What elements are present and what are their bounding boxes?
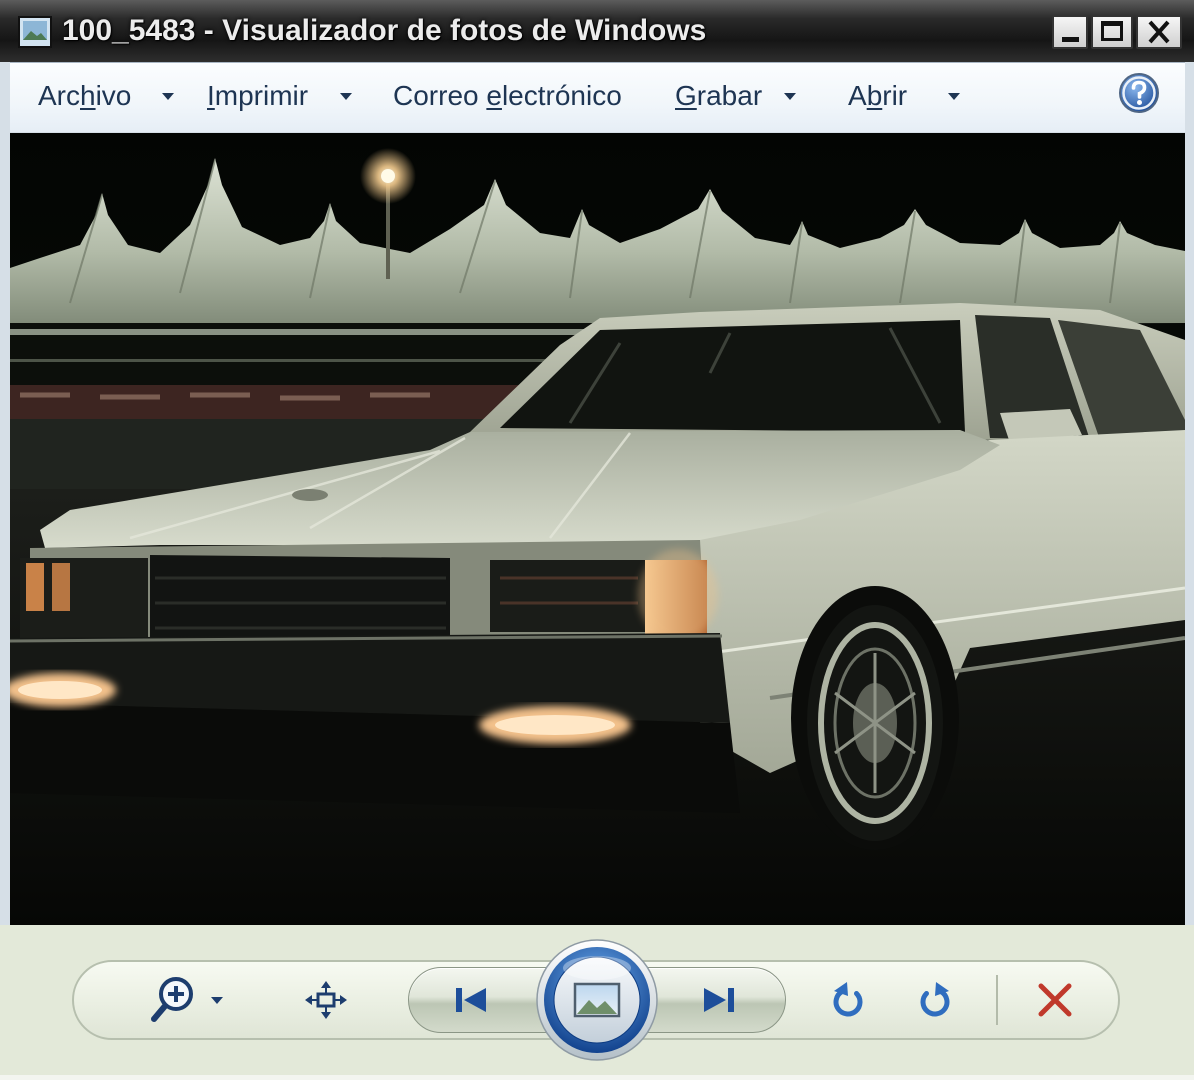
- window-title: 100_5483 - Visualizador de fotos de Wind…: [62, 14, 707, 47]
- menu-archivo-label: Archivo: [38, 77, 131, 115]
- menu-abrir-label: Abrir: [848, 77, 907, 115]
- left-turn-signal-inner: [52, 563, 70, 611]
- menu-imprimir-label-end: mprimir: [214, 80, 309, 111]
- menu-bar: Archivo Imprimir Correo electrónico Grab…: [10, 62, 1185, 132]
- menu-abrir-label-start: A: [848, 80, 867, 111]
- chevron-down-icon[interactable]: [211, 997, 223, 1004]
- rotate-clockwise-button[interactable]: [910, 975, 960, 1025]
- minimize-button[interactable]: [1052, 15, 1088, 49]
- next-icon: [704, 988, 734, 1012]
- menu-imprimir[interactable]: Imprimir: [197, 77, 365, 115]
- menu-archivo-label-end: ivo: [95, 80, 132, 111]
- menu-abrir-label-end: rir: [882, 80, 908, 111]
- menu-correo-electronico[interactable]: Correo electrónico: [383, 77, 633, 115]
- slideshow-icon: [536, 939, 658, 1061]
- photo-viewport[interactable]: [10, 133, 1185, 925]
- menu-correo-label-end: lectrónico: [501, 80, 622, 111]
- right-headlight-housing: [490, 560, 645, 632]
- title-bar[interactable]: 100_5483 - Visualizador de fotos de Wind…: [0, 0, 1194, 62]
- delete-icon: [1038, 983, 1072, 1017]
- close-button[interactable]: [1136, 15, 1182, 49]
- chevron-down-icon[interactable]: [340, 93, 352, 100]
- help-button[interactable]: [1118, 72, 1160, 114]
- minimize-icon: [1062, 37, 1079, 42]
- menu-grabar-label-end: rabar: [696, 80, 763, 111]
- photo-icon: [18, 16, 52, 48]
- left-turn-signal: [26, 563, 44, 611]
- maximize-button[interactable]: [1091, 15, 1133, 49]
- menu-abrir[interactable]: Abrir: [838, 77, 973, 115]
- delete-button[interactable]: [1030, 975, 1080, 1025]
- photo-viewer-app-icon[interactable]: [18, 16, 52, 48]
- control-bar: [0, 925, 1194, 1080]
- rotate-counterclockwise-icon: [833, 982, 863, 1017]
- menu-grabar-accelerator: G: [675, 80, 697, 111]
- red-barrier-stripe: [10, 385, 530, 419]
- hood-ornament: [292, 489, 328, 501]
- rotate-counterclockwise-button[interactable]: [823, 975, 873, 1025]
- menu-imprimir-accelerator: I: [207, 80, 215, 111]
- close-icon: [1148, 20, 1170, 44]
- fit-to-window-icon: [305, 981, 347, 1019]
- car-front-wheel: [791, 586, 959, 850]
- turn-signal-glow: [638, 549, 718, 641]
- photo-image: [10, 133, 1185, 925]
- chevron-down-icon[interactable]: [162, 93, 174, 100]
- zoom-button[interactable]: [145, 970, 235, 1030]
- slideshow-button[interactable]: [535, 938, 659, 1062]
- previous-icon: [456, 988, 486, 1012]
- menu-abrir-accelerator: b: [866, 80, 883, 111]
- fence-middle-rail: [10, 359, 610, 362]
- previous-button[interactable]: [430, 970, 520, 1030]
- menu-correo-label: Correo electrónico: [393, 77, 622, 115]
- fence-top-rail: [10, 329, 610, 335]
- menu-grabar-label: Grabar: [675, 77, 762, 115]
- menu-archivo-accelerator: h: [80, 80, 96, 111]
- help-icon: [1119, 73, 1159, 113]
- chevron-down-icon[interactable]: [948, 93, 960, 100]
- menu-imprimir-label: Imprimir: [207, 77, 308, 115]
- menu-archivo-label-start: Arc: [38, 80, 80, 111]
- maximize-icon: [1101, 21, 1123, 41]
- right-fog-light: [479, 706, 631, 744]
- menu-grabar[interactable]: Grabar: [665, 77, 810, 115]
- fit-to-window-button[interactable]: [300, 975, 352, 1025]
- chevron-down-icon[interactable]: [784, 93, 796, 100]
- menu-correo-accelerator: e: [486, 80, 502, 111]
- menu-correo-label-start: Correo: [393, 80, 487, 111]
- rotate-clockwise-icon: [920, 982, 950, 1017]
- toolbar-separator: [996, 975, 998, 1025]
- menu-archivo[interactable]: Archivo: [28, 77, 180, 115]
- zoom-icon: [151, 977, 223, 1022]
- next-button[interactable]: [670, 970, 760, 1030]
